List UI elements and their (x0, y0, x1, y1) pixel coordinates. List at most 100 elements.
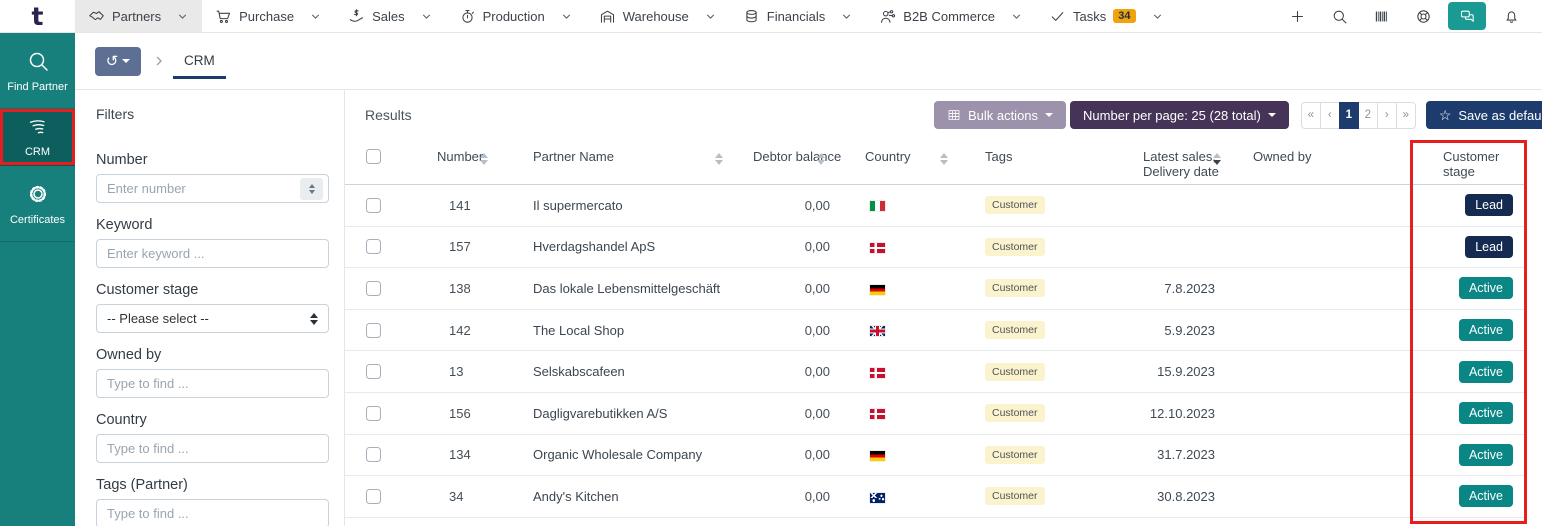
menu-partners[interactable]: Partners (75, 0, 203, 32)
page-prev-button[interactable]: ‹ (1319, 101, 1340, 129)
number-stepper[interactable] (300, 177, 323, 200)
menu-financials[interactable]: Financials (730, 0, 867, 32)
tag-badge: Customer (985, 196, 1045, 215)
cart-icon (216, 10, 231, 23)
row-checkbox[interactable] (366, 364, 381, 380)
search-button[interactable] (1322, 3, 1356, 29)
chat-button[interactable] (1448, 2, 1486, 30)
owned-by-input[interactable] (96, 369, 329, 398)
menu-warehouse[interactable]: Warehouse (586, 0, 730, 32)
notifications-button[interactable] (1494, 3, 1528, 29)
page-last-button[interactable]: » (1395, 101, 1416, 129)
search-icon (29, 52, 48, 71)
country-flag (870, 326, 885, 337)
tags-input[interactable] (96, 499, 329, 526)
page-2-button[interactable]: 2 (1357, 101, 1378, 129)
table-row[interactable]: 157 Hverdagshandel ApS 0,00 Customer Lea… (345, 226, 1526, 269)
plus-icon (1291, 10, 1303, 22)
number-input[interactable] (96, 174, 329, 203)
chevron-down-icon (1153, 13, 1161, 19)
cell-debtor-balance: 0,00 (804, 239, 830, 255)
bulk-actions-button[interactable]: Bulk actions (933, 101, 1067, 129)
sidebar-item-crm[interactable]: CRM (0, 109, 75, 166)
table-row[interactable]: 138 Das lokale Lebensmittelgeschäft 0,00… (345, 268, 1526, 310)
chat-bubbles-icon (1460, 10, 1474, 22)
filter-owned-label: Owned by (96, 347, 162, 363)
column-header-debtor-balance[interactable]: Debtor balance (730, 140, 845, 184)
column-header-country[interactable]: Country (845, 140, 960, 184)
table-row[interactable]: 141 Il supermercato 0,00 Customer Lead (345, 185, 1526, 227)
page-first-button[interactable]: « (1300, 101, 1321, 129)
cell-number: 157 (449, 239, 471, 255)
column-header-owned-by: Owned by (1253, 149, 1312, 164)
column-header-latest-sales[interactable]: Latest sales, Delivery date (1125, 140, 1235, 184)
filter-country: Country (96, 412, 329, 463)
menu-label: Partners (112, 8, 162, 24)
sort-icon[interactable] (940, 153, 948, 165)
country-input[interactable] (96, 434, 329, 463)
barcode-button[interactable] (1364, 3, 1398, 29)
stage-badge: Active (1458, 319, 1513, 342)
table-row[interactable]: 156 Dagligvarebutikken A/S 0,00 Customer… (345, 392, 1526, 435)
save-as-default-button[interactable]: ☆ Save as default (1425, 101, 1542, 129)
help-button[interactable] (1406, 3, 1440, 29)
menu-tasks[interactable]: Tasks 34 (1036, 0, 1176, 32)
stage-badge: Lead (1465, 194, 1513, 217)
menu-purchase[interactable]: Purchase (202, 0, 335, 32)
row-checkbox[interactable] (366, 322, 381, 338)
sort-icon[interactable] (817, 153, 825, 165)
filters-panel: Filters Number Keyword Customer stage (75, 90, 345, 526)
cell-number: 34 (449, 488, 464, 504)
cell-debtor-balance: 0,00 (804, 447, 830, 463)
chevron-down-icon (562, 13, 570, 19)
hand-coin-icon (350, 8, 364, 22)
row-checkbox[interactable] (366, 280, 381, 296)
add-button[interactable] (1280, 3, 1314, 29)
keyword-input[interactable] (96, 239, 329, 268)
table-row[interactable]: 134 Organic Wholesale Company 0,00 Custo… (345, 434, 1526, 477)
caret-down-icon (122, 59, 131, 63)
tasks-count-badge: 34 (1113, 9, 1136, 23)
page-next-button[interactable]: › (1376, 101, 1397, 129)
customer-stage-select[interactable]: -- Please select -- (96, 304, 329, 333)
tag-badge: Customer (985, 487, 1045, 506)
menu-b2b-commerce[interactable]: B2B Commerce (866, 0, 1036, 32)
table-row[interactable]: 34 Andy's Kitchen 0,00 Customer 30.8.202… (345, 476, 1526, 518)
stage-badge: Active (1458, 443, 1513, 466)
row-checkbox[interactable] (366, 239, 381, 255)
menu-production[interactable]: Production (446, 0, 586, 32)
sidebar-item-label: CRM (24, 145, 51, 158)
cell-number: 138 (449, 280, 471, 296)
table-row[interactable]: 142 The Local Shop 0,00 Customer 5.9.202… (345, 309, 1526, 352)
row-checkbox[interactable] (366, 447, 381, 463)
row-checkbox[interactable] (366, 405, 381, 421)
sidebar-item-find-partner[interactable]: Find Partner (0, 33, 75, 109)
sort-icon[interactable] (480, 153, 488, 165)
menu-sales[interactable]: Sales (335, 0, 446, 32)
menu-label: Production (482, 8, 545, 24)
sort-icon[interactable] (715, 153, 723, 165)
results-toolbar: Results Bulk actions Number per page: 25… (345, 90, 1542, 140)
sidebar-item-certificates[interactable]: Certificates (0, 166, 75, 242)
tag-badge: Customer (985, 237, 1045, 256)
brand-logo: t (31, 1, 44, 31)
per-page-dropdown[interactable]: Number per page: 25 (28 total) (1070, 101, 1289, 129)
select-all-checkbox[interactable] (366, 149, 381, 164)
history-dropdown-button[interactable]: ↺ (95, 46, 141, 76)
column-header-partner-name[interactable]: Partner Name (508, 140, 730, 184)
filter-country-label: Country (96, 412, 147, 428)
breadcrumb-current-tab[interactable]: CRM (173, 44, 226, 79)
column-header-number[interactable]: Number (420, 140, 508, 184)
row-checkbox[interactable] (366, 197, 381, 213)
country-flag (870, 409, 885, 420)
per-page-label: Number per page: 25 (28 total) (1083, 107, 1261, 123)
row-checkbox[interactable] (366, 488, 381, 504)
table-row[interactable]: 13 Selskabscafeen 0,00 Customer 15.9.202… (345, 351, 1526, 393)
selected-option: -- Please select -- (107, 311, 209, 326)
cell-partner-name: Organic Wholesale Company (533, 447, 703, 463)
sort-desc-icon[interactable] (1213, 153, 1221, 165)
page-1-button[interactable]: 1 (1338, 101, 1359, 129)
stage-badge: Lead (1465, 235, 1513, 258)
coins-icon (746, 9, 757, 22)
table-icon (948, 110, 960, 120)
